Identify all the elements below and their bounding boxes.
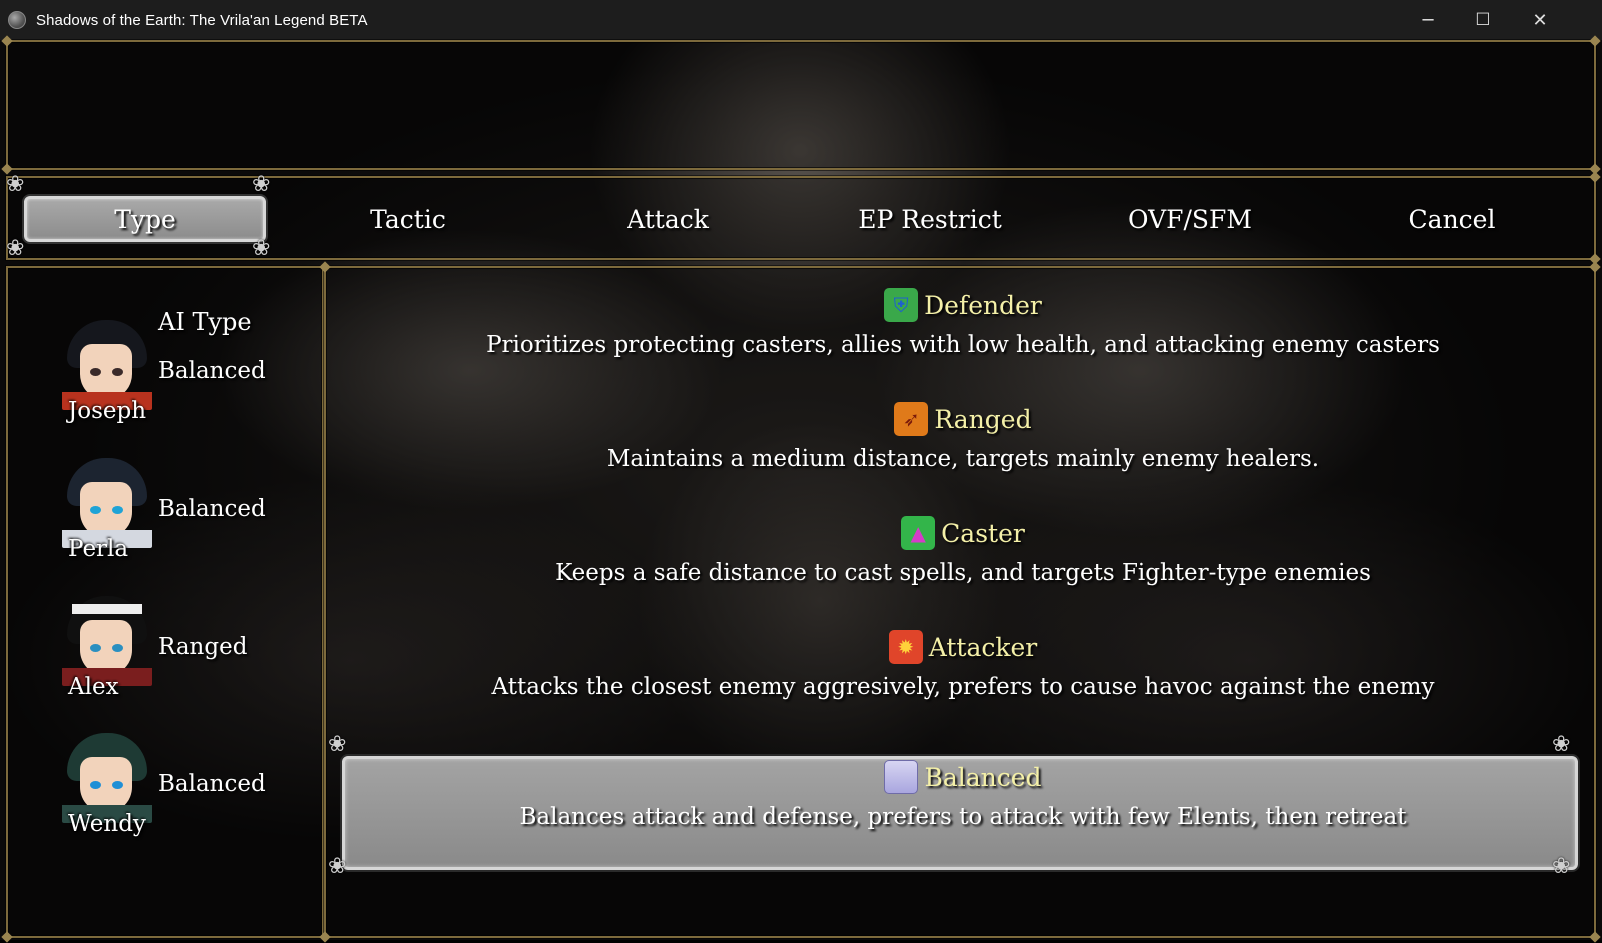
party-member-perla[interactable]: Balanced Perla: [62, 458, 266, 562]
member-ai-type: Balanced: [158, 771, 266, 797]
tab-ep-restrict[interactable]: EP Restrict: [800, 196, 1060, 242]
party-member-alex[interactable]: Ranged Alex: [62, 596, 262, 700]
party-member-wendy[interactable]: Balanced Wendy: [62, 733, 266, 837]
ai-option-balanced[interactable]: Balanced Balances attack and defense, pr…: [330, 760, 1596, 844]
member-name: Joseph: [68, 398, 147, 424]
ai-option-ranged[interactable]: ➶ Ranged Maintains a medium distance, ta…: [330, 402, 1596, 486]
option-description: Keeps a safe distance to cast spells, an…: [555, 560, 1371, 586]
member-ai-type: Balanced: [158, 496, 266, 522]
frame-corner: [1589, 931, 1601, 943]
selection-ornament-icon: ❀: [1552, 854, 1571, 879]
option-description: Balances attack and defense, prefers to …: [519, 804, 1407, 830]
frame-corner: [1589, 171, 1601, 183]
window-title: Shadows of the Earth: The Vrila'an Legen…: [36, 11, 368, 29]
option-name: Balanced: [924, 762, 1042, 792]
option-name: Caster: [941, 518, 1025, 548]
selection-ornament-icon: ❀: [6, 172, 25, 197]
ai-option-caster[interactable]: ▲ Caster Keeps a safe distance to cast s…: [330, 516, 1596, 600]
option-description: Maintains a medium distance, targets mai…: [606, 446, 1320, 472]
frame-corner: [1589, 261, 1601, 273]
app-globe-icon: [8, 11, 26, 29]
tab-ovf-sfm[interactable]: OVF/SFM: [1060, 196, 1320, 242]
selection-ornament-icon: ❀: [252, 236, 271, 261]
option-name: Defender: [924, 290, 1042, 320]
selection-ornament-icon: ❀: [1552, 732, 1571, 757]
member-ai-type: Balanced: [158, 358, 266, 384]
help-window: [1, 35, 1601, 175]
tab-attack[interactable]: Attack: [540, 196, 796, 242]
shield-icon: ⛨: [884, 288, 919, 322]
frame-corner: [1, 931, 13, 943]
selection-ornament-icon: ❀: [252, 172, 271, 197]
balance-icon: [884, 760, 919, 794]
ai-option-defender[interactable]: ⛨ Defender Prioritizes protecting caster…: [330, 288, 1596, 372]
selection-ornament-icon: ❀: [328, 732, 347, 757]
window-title-bar: Shadows of the Earth: The Vrila'an Legen…: [0, 0, 1602, 40]
maximize-button[interactable]: ☐: [1455, 0, 1511, 40]
selection-ornament-icon: ❀: [328, 854, 347, 879]
ai-option-attacker[interactable]: ✹ Attacker Attacks the closest enemy agg…: [330, 630, 1596, 714]
tab-type[interactable]: Type: [24, 196, 266, 242]
joseph-portrait: [62, 320, 152, 410]
option-description: Prioritizes protecting casters, allies w…: [486, 332, 1440, 358]
member-ai-type: Ranged: [158, 634, 248, 660]
tab-cancel[interactable]: Cancel: [1322, 196, 1582, 242]
party-member-joseph[interactable]: Balanced Joseph: [62, 320, 266, 424]
option-name: Ranged: [934, 404, 1032, 434]
close-button[interactable]: ✕: [1512, 0, 1568, 40]
perla-portrait: [62, 458, 152, 548]
alex-portrait: [62, 596, 152, 686]
wendy-portrait: [62, 733, 152, 823]
bow-icon: ➶: [894, 402, 929, 436]
selection-ornament-icon: ❀: [6, 236, 25, 261]
minimize-button[interactable]: ─: [1400, 0, 1456, 40]
tab-tactic[interactable]: Tactic: [280, 196, 536, 242]
wizard-hat-icon: ▲: [901, 516, 936, 550]
option-name: Attacker: [928, 632, 1038, 662]
member-name: Wendy: [68, 811, 146, 837]
member-name: Perla: [68, 536, 129, 562]
option-description: Attacks the closest enemy aggresively, p…: [491, 674, 1435, 700]
member-name: Alex: [68, 674, 119, 700]
fire-icon: ✹: [888, 630, 923, 664]
